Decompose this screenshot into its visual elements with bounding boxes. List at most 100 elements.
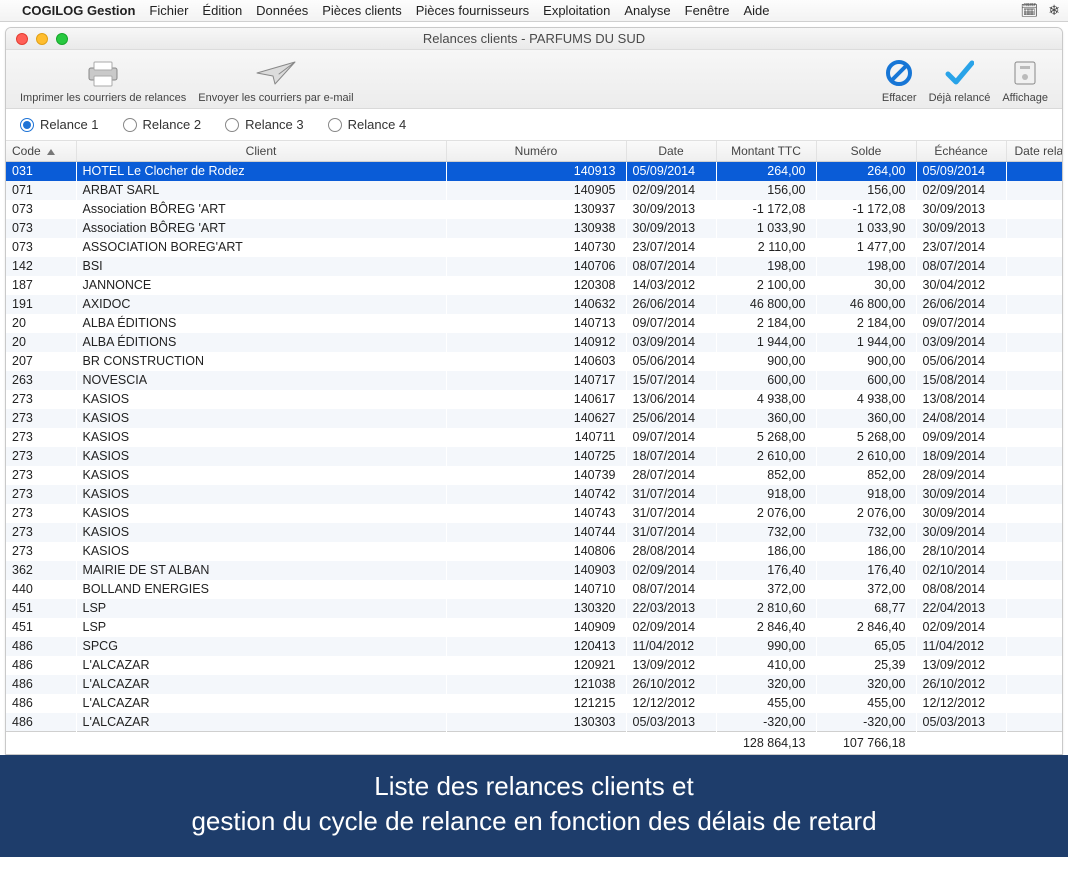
menu-fenetre[interactable]: Fenêtre [685, 3, 730, 18]
col-montant[interactable]: Montant TTC [716, 141, 816, 162]
col-client[interactable]: Client [76, 141, 446, 162]
cell-client: BOLLAND ENERGIES [76, 580, 446, 599]
table-row[interactable]: 451LSP13032022/03/20132 810,6068,7722/04… [6, 599, 1063, 618]
col-date[interactable]: Date [626, 141, 716, 162]
cell-date: 28/08/2014 [626, 542, 716, 561]
clear-button[interactable]: Effacer [876, 56, 923, 104]
cell-date-relance [1006, 295, 1063, 314]
cell-client: KASIOS [76, 447, 446, 466]
table-row[interactable]: 486L'ALCAZAR12092113/09/2012410,0025,391… [6, 656, 1063, 675]
send-email-button[interactable]: Envoyer les courriers par e-mail [192, 56, 359, 104]
cell-client: KASIOS [76, 466, 446, 485]
already-reminded-button[interactable]: Déjà relancé [923, 56, 997, 104]
table-row[interactable]: 073Association BÔREG 'ART13093730/09/201… [6, 200, 1063, 219]
table-row[interactable]: 207BR CONSTRUCTION14060305/06/2014900,00… [6, 352, 1063, 371]
col-numero[interactable]: Numéro [446, 141, 626, 162]
cell-echeance: 28/10/2014 [916, 542, 1006, 561]
reminders-table-wrap: Code Client Numéro Date Montant TTC Sold… [6, 141, 1062, 754]
menu-aide[interactable]: Aide [743, 3, 769, 18]
table-row[interactable]: 273KASIOS14080628/08/2014186,00186,0028/… [6, 542, 1063, 561]
cell-code: 142 [6, 257, 76, 276]
cell-echeance: 09/07/2014 [916, 314, 1006, 333]
display-icon [1011, 56, 1039, 90]
cell-code: 440 [6, 580, 76, 599]
table-row[interactable]: 191AXIDOC14063226/06/201446 800,0046 800… [6, 295, 1063, 314]
menu-fichier[interactable]: Fichier [149, 3, 188, 18]
table-row[interactable]: 486L'ALCAZAR13030305/03/2013-320,00-320,… [6, 713, 1063, 732]
cell-client: HOTEL Le Clocher de Rodez [76, 162, 446, 181]
table-row[interactable]: 486L'ALCAZAR12103826/10/2012320,00320,00… [6, 675, 1063, 694]
cell-client: ASSOCIATION BOREG'ART [76, 238, 446, 257]
table-row[interactable]: 451LSP14090902/09/20142 846,402 846,4002… [6, 618, 1063, 637]
table-row[interactable]: 20ALBA ÉDITIONS14091203/09/20141 944,001… [6, 333, 1063, 352]
table-row[interactable]: 073ASSOCIATION BOREG'ART14073023/07/2014… [6, 238, 1063, 257]
gear-icon[interactable]: ❄︎ [1048, 2, 1060, 19]
table-row[interactable]: 362MAIRIE DE ST ALBAN14090302/09/2014176… [6, 561, 1063, 580]
cell-date: 09/07/2014 [626, 428, 716, 447]
cell-code: 031 [6, 162, 76, 181]
cell-montant: 4 938,00 [716, 390, 816, 409]
col-echeance[interactable]: Échéance [916, 141, 1006, 162]
cell-code: 451 [6, 599, 76, 618]
table-body: 031HOTEL Le Clocher de Rodez14091305/09/… [6, 162, 1063, 732]
table-row[interactable]: 073Association BÔREG 'ART13093830/09/201… [6, 219, 1063, 238]
table-row[interactable]: 273KASIOS14074431/07/2014732,00732,0030/… [6, 523, 1063, 542]
cell-date-relance [1006, 352, 1063, 371]
radio-relance-3[interactable]: Relance 3 [225, 117, 304, 132]
cell-date: 05/09/2014 [626, 162, 716, 181]
cell-echeance: 02/09/2014 [916, 618, 1006, 637]
radio-relance-4[interactable]: Relance 4 [328, 117, 407, 132]
cell-echeance: 08/07/2014 [916, 257, 1006, 276]
table-row[interactable]: 273KASIOS14062725/06/2014360,00360,0024/… [6, 409, 1063, 428]
menu-exploitation[interactable]: Exploitation [543, 3, 610, 18]
cell-solde: 600,00 [816, 371, 916, 390]
cell-numero: 140632 [446, 295, 626, 314]
cell-numero: 120921 [446, 656, 626, 675]
cell-date-relance [1006, 276, 1063, 295]
cell-date: 03/09/2014 [626, 333, 716, 352]
menu-edition[interactable]: Édition [202, 3, 242, 18]
radio-relance-2[interactable]: Relance 2 [123, 117, 202, 132]
table-row[interactable]: 273KASIOS14072518/07/20142 610,002 610,0… [6, 447, 1063, 466]
cell-solde: 65,05 [816, 637, 916, 656]
cell-numero: 140909 [446, 618, 626, 637]
col-date-relance[interactable]: Date relance [1006, 141, 1063, 162]
cell-client: ALBA ÉDITIONS [76, 333, 446, 352]
cell-solde: 900,00 [816, 352, 916, 371]
table-row[interactable]: 273KASIOS14074331/07/20142 076,002 076,0… [6, 504, 1063, 523]
menu-donnees[interactable]: Données [256, 3, 308, 18]
titlebar: Relances clients - PARFUMS DU SUD [6, 28, 1062, 50]
table-row[interactable]: 273KASIOS14061713/06/20144 938,004 938,0… [6, 390, 1063, 409]
table-row[interactable]: 187JANNONCE12030814/03/20122 100,0030,00… [6, 276, 1063, 295]
table-row[interactable]: 273KASIOS14074231/07/2014918,00918,0030/… [6, 485, 1063, 504]
menu-analyse[interactable]: Analyse [624, 3, 670, 18]
cell-date: 25/06/2014 [626, 409, 716, 428]
table-row[interactable]: 263NOVESCIA14071715/07/2014600,00600,001… [6, 371, 1063, 390]
table-row[interactable]: 142BSI14070608/07/2014198,00198,0008/07/… [6, 257, 1063, 276]
table-row[interactable]: 440BOLLAND ENERGIES14071008/07/2014372,0… [6, 580, 1063, 599]
cell-code: 20 [6, 314, 76, 333]
cell-code: 073 [6, 200, 76, 219]
cell-solde: -1 172,08 [816, 200, 916, 219]
table-row[interactable]: 20ALBA ÉDITIONS14071309/07/20142 184,002… [6, 314, 1063, 333]
app-name[interactable]: COGILOG Gestion [22, 3, 135, 18]
col-solde[interactable]: Solde [816, 141, 916, 162]
cell-date-relance [1006, 219, 1063, 238]
table-row[interactable]: 486L'ALCAZAR12121512/12/2012455,00455,00… [6, 694, 1063, 713]
col-code[interactable]: Code [6, 141, 76, 162]
cell-solde: 918,00 [816, 485, 916, 504]
cell-code: 486 [6, 656, 76, 675]
radio-relance-1[interactable]: Relance 1 [20, 117, 99, 132]
table-row[interactable]: 486SPCG12041311/04/2012990,0065,0511/04/… [6, 637, 1063, 656]
cell-date: 22/03/2013 [626, 599, 716, 618]
table-row[interactable]: 273KASIOS14073928/07/2014852,00852,0028/… [6, 466, 1063, 485]
calendar-icon[interactable]: 🗓 [1020, 2, 1038, 19]
table-row[interactable]: 071ARBAT SARL14090502/09/2014156,00156,0… [6, 181, 1063, 200]
print-letters-button[interactable]: Imprimer les courriers de relances [14, 56, 192, 104]
display-options-button[interactable]: Affichage [996, 56, 1054, 104]
menu-pieces-clients[interactable]: Pièces clients [322, 3, 401, 18]
cell-date: 02/09/2014 [626, 561, 716, 580]
table-row[interactable]: 273KASIOS14071109/07/20145 268,005 268,0… [6, 428, 1063, 447]
table-row[interactable]: 031HOTEL Le Clocher de Rodez14091305/09/… [6, 162, 1063, 181]
menu-pieces-fournisseurs[interactable]: Pièces fournisseurs [416, 3, 529, 18]
